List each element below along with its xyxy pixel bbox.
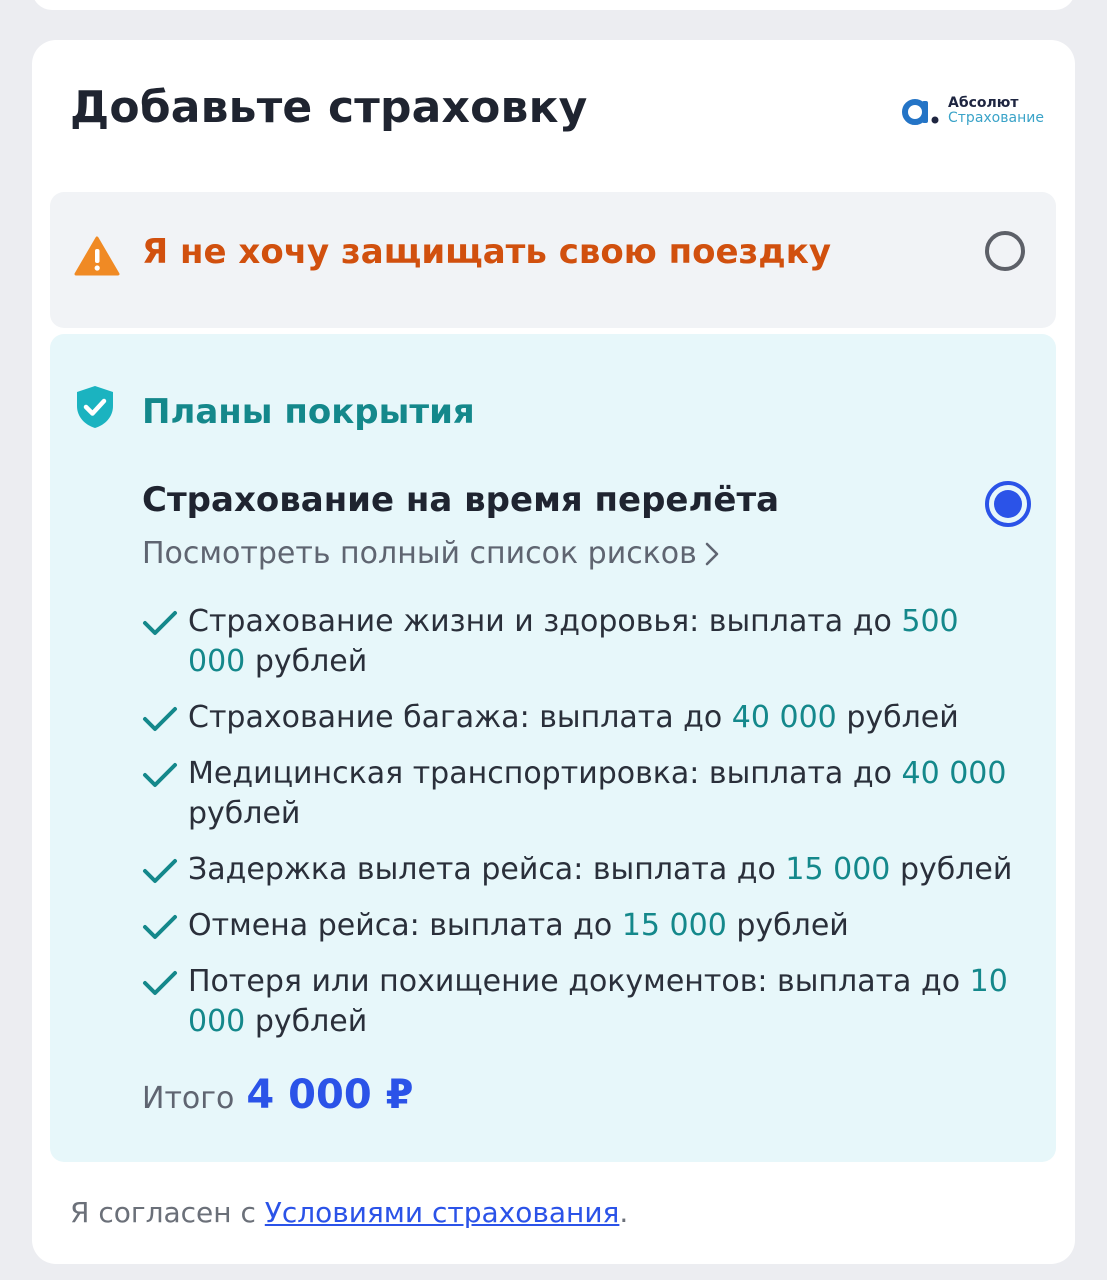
feature-unit: рублей <box>254 644 368 679</box>
feature-amount: 40 000 <box>731 700 837 735</box>
feature-unit: рублей <box>254 1004 368 1039</box>
absolut-logo-icon <box>902 99 939 125</box>
feature-text: Потеря или похищение документов: выплата… <box>188 964 970 999</box>
agreement-text: Я согласен с Условиями страхования. <box>70 1196 628 1229</box>
feature-item: Медицинская транспортировка: выплата до … <box>142 754 1022 834</box>
previous-card <box>32 0 1075 10</box>
feature-text: Страхование жизни и здоровья: выплата до <box>188 604 902 639</box>
feature-amount: 15 000 <box>621 908 727 943</box>
risks-link-label: Посмотреть полный список рисков <box>142 536 697 571</box>
feature-text: Медицинская транспортировка: выплата до <box>188 756 902 791</box>
radio-dot <box>994 490 1022 518</box>
feature-unit: рублей <box>736 908 849 943</box>
feature-item: Отмена рейса: выплата до 15 000 рублей <box>142 906 1022 946</box>
decline-insurance-option[interactable]: Я не хочу защищать свою поездку <box>50 192 1056 328</box>
risks-list-link[interactable]: Посмотреть полный список рисков <box>142 536 721 571</box>
feature-unit: рублей <box>846 700 959 735</box>
chevron-right-icon <box>705 542 719 565</box>
check-icon <box>143 611 177 635</box>
brand-subtitle: Страхование <box>948 110 1044 126</box>
feature-amount: 15 000 <box>785 852 891 887</box>
coverage-plans-heading: Планы покрытия <box>142 392 475 432</box>
page-title: Добавьте страховку <box>70 82 588 133</box>
decline-radio[interactable] <box>985 231 1025 271</box>
coverage-plan-option[interactable]: Планы покрытия Страхование на время пере… <box>50 334 1056 1162</box>
total-value: 4 000 ₽ <box>246 1072 414 1118</box>
shield-check-icon <box>77 386 113 428</box>
total-label: Итого <box>142 1081 235 1116</box>
agreement-suffix: . <box>619 1196 629 1229</box>
feature-item: Страхование багажа: выплата до 40 000 ру… <box>142 698 1022 738</box>
feature-item: Страхование жизни и здоровья: выплата до… <box>142 602 1022 682</box>
total-price: Итого 4 000 ₽ <box>142 1072 413 1118</box>
feature-unit: рублей <box>899 852 1013 887</box>
check-icon <box>143 971 177 995</box>
feature-amount: 40 000 <box>901 756 1007 791</box>
check-icon <box>143 707 177 731</box>
coverage-features-list: Страхование жизни и здоровья: выплата до… <box>142 602 1022 1058</box>
feature-item: Задержка вылета рейса: выплата до 15 000… <box>142 850 1022 890</box>
brand-text: Абсолют Страхование <box>948 96 1044 126</box>
brand-logo: Абсолют Страхование <box>902 95 1044 127</box>
agreement-prefix: Я согласен с <box>70 1196 265 1229</box>
warning-icon <box>74 236 120 276</box>
insurance-card: Добавьте страховку Абсолют Страхование Я… <box>32 40 1075 1264</box>
feature-text: Страхование багажа: выплата до <box>188 700 732 735</box>
insurance-terms-link[interactable]: Условиями страхования <box>265 1196 620 1229</box>
check-icon <box>143 763 177 787</box>
check-icon <box>143 915 177 939</box>
feature-text: Задержка вылета рейса: выплата до <box>188 852 786 887</box>
feature-item: Потеря или похищение документов: выплата… <box>142 962 1022 1042</box>
check-icon <box>143 859 177 883</box>
feature-text: Отмена рейса: выплата до <box>188 908 622 943</box>
plan-radio-selected[interactable] <box>985 481 1031 527</box>
feature-unit: рублей <box>188 796 301 831</box>
decline-label: Я не хочу защищать свою поездку <box>142 232 831 272</box>
brand-name: Абсолют <box>948 95 1019 111</box>
plan-name: Страхование на время перелёта <box>142 480 780 520</box>
